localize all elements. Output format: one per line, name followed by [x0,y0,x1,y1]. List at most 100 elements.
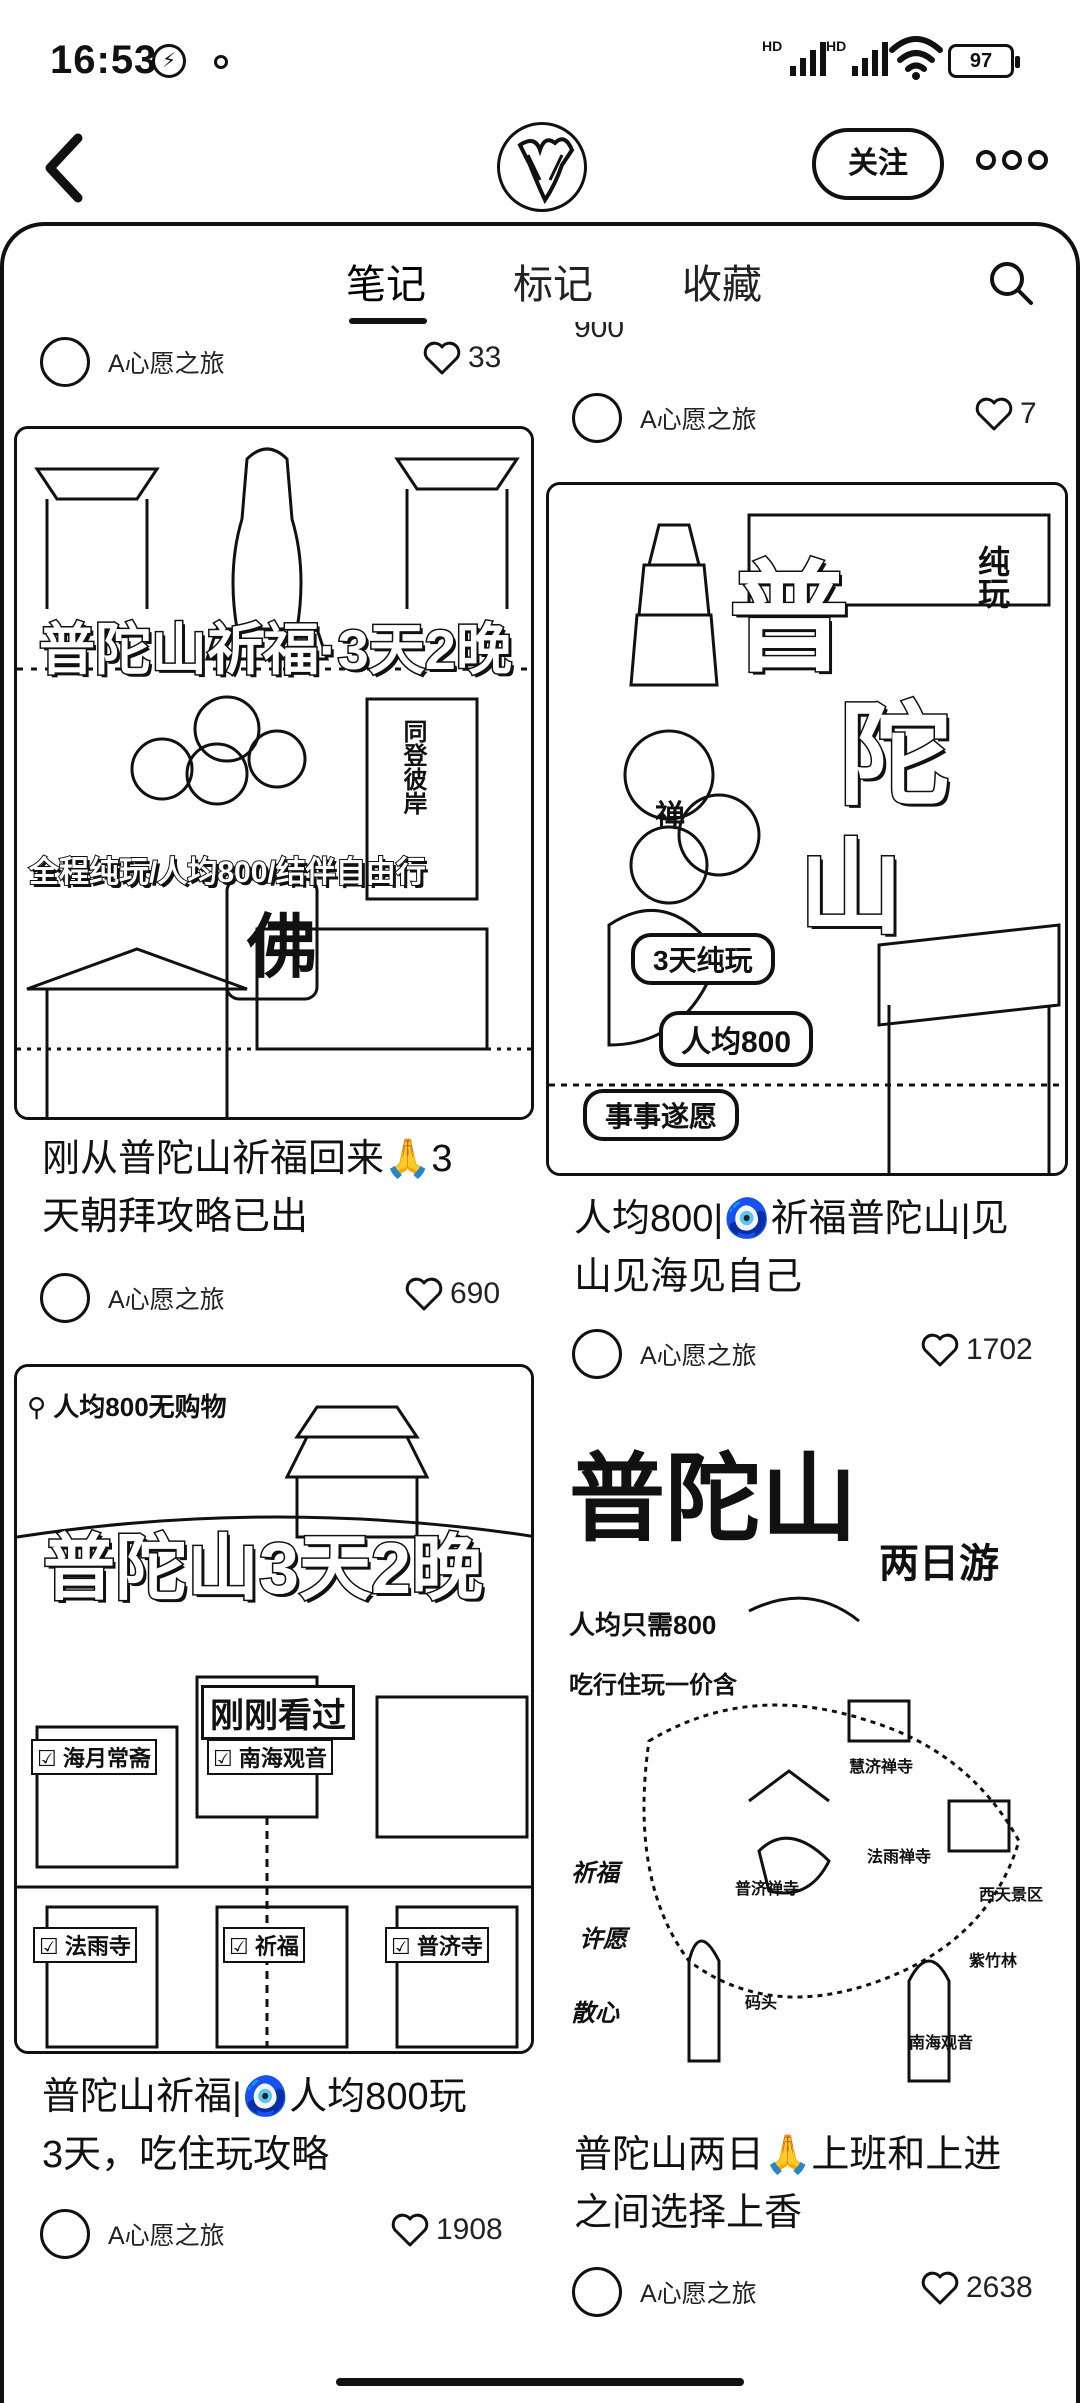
like-button[interactable]: 2638 [920,2270,1033,2306]
author-name: A心愿之旅 [640,2280,757,2308]
tab-notes[interactable]: 笔记 [346,252,426,310]
cover-tag-pill: 人均800 [659,1011,814,1067]
author-row[interactable]: A心愿之旅 [572,392,757,444]
like-button[interactable]: 7 [974,396,1037,432]
cover-headline: 普陀山 [569,1442,857,1555]
tab-bar: 笔记 标记 收藏 [0,222,1080,332]
note-title[interactable]: 普陀山祈福|🧿人均800玩 3天，吃住玩攻略 [42,2068,512,2184]
author-name: A心愿之旅 [108,2222,225,2250]
author-avatar [572,2267,622,2317]
map-label: 法雨禅寺 [867,1849,932,1866]
like-count: 7 [1020,397,1037,430]
just-viewed-badge: 刚刚看过 [201,1685,355,1740]
status-time: 16:53 [50,38,158,82]
note-title-line: 普陀山祈福|🧿人均800玩 [42,2076,467,2118]
profile-avatar[interactable] [497,122,587,212]
cover-check-item: ☑ 海月常斋 [31,1739,157,1775]
battery-icon: 97 [948,44,1020,78]
cover-big-char: 普 [728,547,851,691]
note-title[interactable]: 普陀山两日🙏上班和上进 之间选择上香 [574,2126,1044,2242]
note-cover-image[interactable]: 普 陀 山 纯玩 禅 3天纯玩 人均800 事事遂愿 [546,482,1068,1176]
cover-headline: 普陀山3天2晚 [41,1528,484,1611]
cover-tag-pill: 事事遂愿 [583,1089,740,1141]
more-options-icon[interactable] [976,150,1048,170]
note-cover-image[interactable]: ⚲ 人均800无购物 普陀山3天2晚 刚刚看过 ☑ 海月常斋 ☑ 南海观音 ☑ … [14,1364,534,2054]
wifi-icon [889,36,943,80]
cover-side-text: 纯玩 [974,545,1010,609]
cover-subline: 全程纯玩/人均800/结伴自由行 [28,855,427,890]
tab-favorites[interactable]: 收藏 [682,252,762,310]
side-label: 散心 [571,2000,619,2027]
like-count: 690 [450,1277,501,1310]
author-avatar [40,337,90,387]
author-name: A心愿之旅 [108,350,225,378]
author-avatar [572,393,622,443]
signal-type-label: HD [762,38,783,54]
notification-dot-icon [214,55,228,69]
author-name: A心愿之旅 [640,406,757,434]
map-label: 紫竹林 [969,1953,1018,1970]
cover-headline: 普陀山祈福·3天2晚 [38,617,514,683]
search-icon[interactable] [986,258,1036,308]
signal-icon [790,40,826,76]
cover-cup-text: 禅 [655,800,685,833]
like-button[interactable]: 1908 [390,2212,503,2248]
author-row[interactable]: A心愿之旅 [40,336,225,388]
author-row[interactable]: A心愿之旅 [572,2266,757,2318]
map-label: 码头 [745,1995,778,2012]
author-row[interactable]: A心愿之旅 [40,1272,225,1324]
author-avatar [40,1273,90,1323]
back-arrow-icon[interactable] [36,128,96,208]
author-avatar [572,1329,622,1379]
home-indicator[interactable] [336,2378,744,2386]
note-title-line: 天朝拜攻略已出 [42,1196,309,1238]
heart-icon [391,2213,429,2247]
author-row[interactable]: A心愿之旅 [572,1328,757,1380]
author-row[interactable]: A心愿之旅 [40,2208,225,2260]
follow-button[interactable]: 关注 [812,128,944,200]
like-button[interactable]: 33 [422,340,501,376]
cover-big-char: 山 [797,825,904,951]
heart-icon [921,2271,959,2305]
cover-tag: ⚲ 人均800无购物 [27,1387,227,1424]
cover-subline: 两日游 [879,1540,999,1587]
location-pin-icon: ⚲ [27,1392,54,1422]
heart-icon [975,397,1013,431]
note-cover-image[interactable]: 普陀山 两日游 人均只需800 吃行住玩一价含 慧济禅寺 法雨禅寺 普济禅寺 西… [546,1418,1068,2112]
note-title-line: 普陀山两日🙏上班和上进 [574,2134,1002,2176]
note-title[interactable]: 人均800|🧿祈福普陀山|见 山见海见自己 [574,1190,1044,1306]
note-title-line: 山见海见自己 [574,1256,803,1298]
cover-check-item: ☑ 南海观音 [207,1739,333,1775]
like-count: 1702 [966,1333,1033,1366]
author-name: A心愿之旅 [640,1342,757,1370]
clipped-title-text: 900 [574,322,625,344]
active-tab-indicator [349,318,427,324]
cover-tag-text: 人均800无购物 [53,1392,227,1422]
map-label: 普济禅寺 [735,1881,800,1898]
cover-price-line: 人均只需800 [569,1610,717,1640]
like-count: 2638 [966,2271,1033,2304]
charging-icon: ⚡ [152,44,186,78]
map-label: 西天景区 [979,1887,1044,1904]
cover-tag-pill: 3天纯玩 [631,933,775,985]
heart-icon [405,1277,443,1311]
like-count: 33 [468,341,502,374]
note-title-line: 刚从普陀山祈福回来🙏3 [42,1138,453,1180]
like-button[interactable]: 690 [404,1276,500,1312]
note-title-line: 3天，吃住玩攻略 [42,2134,330,2176]
side-label: 许愿 [579,1926,627,1953]
temple-illustration [17,429,531,1117]
cover-info-line: 吃行住玩一价含 [569,1672,737,1699]
tab-marks[interactable]: 标记 [513,252,593,310]
side-label: 祈福 [571,1860,619,1887]
heart-icon [423,341,461,375]
like-button[interactable]: 1702 [920,1332,1033,1368]
note-cover-image[interactable]: 普陀山祈福·3天2晚 佛 同登彼岸 全程纯玩/人均800/结伴自由行 [14,426,534,1120]
cover-check-item: ☑ 祈福 [223,1927,305,1963]
map-label: 南海观音 [909,2035,974,2052]
map-label: 慧济禅寺 [849,1759,914,1776]
status-bar: 16:53 ⚡ HD HD 97 [0,0,1080,120]
cover-check-item: ☑ 普济寺 [385,1927,489,1963]
cover-sign-text: 同登彼岸 [399,719,426,815]
note-title[interactable]: 刚从普陀山祈福回来🙏3 天朝拜攻略已出 [42,1130,512,1246]
